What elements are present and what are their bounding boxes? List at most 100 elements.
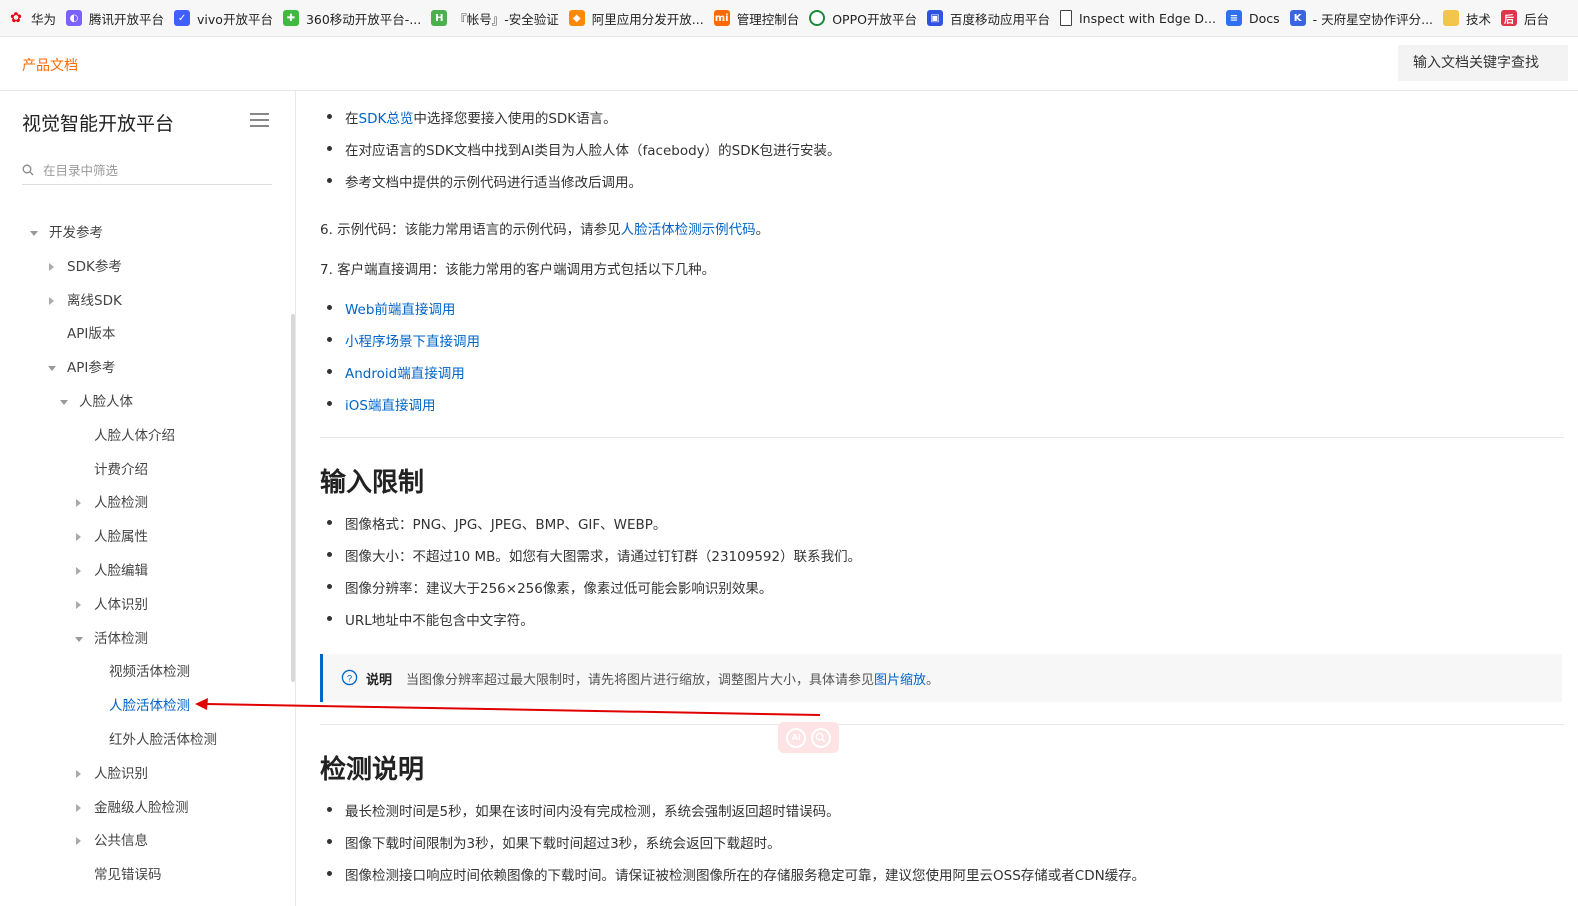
sidebar-item[interactable]: 公共信息 [94, 830, 148, 852]
search-icon[interactable] [810, 727, 831, 748]
bookmark-tencent[interactable]: ◐ 腾讯开放平台 [64, 5, 172, 31]
bookmark-h[interactable]: H 『帐号』-安全验证 [429, 5, 567, 31]
list-item: 图像大小：不超过10 MB。如您有大图需求，请通过钉钉群（23109592）联系… [345, 549, 862, 565]
ai-assistant-widget[interactable]: AI [778, 722, 839, 753]
bookmark-vivo[interactable]: ✓ vivo开放平台 [172, 5, 281, 31]
bullet [327, 369, 332, 374]
sidebar-item[interactable]: 人脸识别 [94, 763, 148, 785]
bullet [327, 871, 332, 876]
sidebar-title: 视觉智能开放平台 [22, 113, 175, 135]
miniprogram-client-link[interactable]: 小程序场景下直接调用 [345, 330, 480, 350]
sidebar-item[interactable]: 金融级人脸检测 [94, 797, 189, 819]
sidebar-item[interactable]: 常见错误码 [94, 864, 162, 886]
sidebar-item[interactable]: 人脸编辑 [94, 560, 148, 582]
bookmark-label: Inspect with Edge D... [1078, 10, 1216, 26]
help-icon: ? [341, 669, 358, 686]
bookmark-label: Docs [1248, 10, 1280, 26]
bullet [327, 305, 332, 310]
chevron-right-icon[interactable] [49, 296, 54, 305]
divider [320, 437, 1564, 438]
bookmarks-bar: ✿ 华为 ◐ 腾讯开放平台 ✓ vivo开放平台 ✚ 360移动开放平台-... H 『帐号』-安… [0, 0, 1578, 37]
chevron-right-icon[interactable] [76, 803, 81, 812]
chevron-right-icon[interactable] [76, 499, 81, 508]
list-item: 在对应语言的SDK文档中找到AI类目为人脸人体（facebody）的SDK包进行… [345, 143, 841, 159]
list-item: URL地址中不能包含中文字符。 [345, 613, 534, 629]
bookmark-mi[interactable]: mi 管理控制台 [712, 5, 808, 31]
chevron-down-icon[interactable] [48, 366, 56, 372]
bullet [327, 401, 332, 406]
sidebar-item[interactable]: 开发参考 [49, 222, 103, 244]
bookmark-huawei[interactable]: ✿ 华为 [6, 5, 64, 31]
chevron-down-icon[interactable] [30, 231, 38, 236]
sidebar-item[interactable]: 人脸人体 [79, 391, 133, 413]
sidebar-item[interactable]: API参考 [67, 357, 115, 379]
input-limit-heading: 输入限制 [320, 468, 425, 498]
svg-text:?: ? [347, 673, 352, 684]
sidebar-item[interactable]: API版本 [67, 323, 115, 345]
bullet [327, 114, 332, 119]
product-docs-link[interactable]: 产品文档 [22, 55, 78, 75]
ai-icon[interactable]: AI [786, 727, 807, 748]
chevron-right-icon[interactable] [76, 769, 81, 778]
sidebar-item[interactable]: 人脸检测 [94, 492, 148, 514]
list-item: 图像检测接口响应时间依赖图像的下载时间。请保证被检测图像所在的存储服务稳定可靠，… [345, 868, 1146, 884]
sidebar-item[interactable]: SDK参考 [67, 256, 122, 278]
sidebar-item[interactable]: 视频活体检测 [109, 661, 190, 683]
bookmark-back[interactable]: 后后台 [1499, 5, 1557, 31]
doc-search-input[interactable]: 输入文档关键字查找 [1398, 45, 1568, 81]
mi-icon: mi [713, 10, 730, 26]
bookmark-label: 腾讯开放平台 [89, 11, 165, 27]
bookmark-baidu[interactable]: ▣ 百度移动应用平台 [925, 5, 1058, 31]
ios-client-link[interactable]: iOS端直接调用 [345, 394, 435, 414]
baidu-icon: ▣ [926, 10, 943, 26]
sidebar-item[interactable]: 红外人脸活体检测 [109, 729, 217, 751]
sdk-overview-link[interactable]: SDK总览 [359, 111, 414, 127]
bookmark-folder[interactable]: 技术 [1441, 5, 1499, 31]
bookmark-docs[interactable]: ≡ Docs [1224, 5, 1288, 31]
bullet [327, 552, 332, 557]
sidebar-item[interactable]: 人脸人体介绍 [94, 425, 175, 447]
bullet [327, 178, 332, 183]
text: 6. 示例代码：该能力常用语言的示例代码，请参见 [320, 222, 621, 238]
bookmark-k[interactable]: K - 天府星空协作评分... [1288, 5, 1441, 31]
bookmark-label: OPPO开放平台 [832, 11, 917, 27]
bookmark-page[interactable]: Inspect with Edge D... [1058, 5, 1224, 31]
chevron-down-icon[interactable] [75, 636, 83, 642]
sidebar-item[interactable]: 计费介绍 [94, 459, 148, 481]
doc-content: 在SDK总览中选择您要接入使用的SDK语言。 在对应语言的SDK文档中找到AI类… [296, 91, 1578, 906]
list-item: 图像分辨率：建议大于256×256像素，像素过低可能会影响识别效果。 [345, 581, 773, 597]
sidebar-scrollbar[interactable] [291, 314, 295, 682]
360-icon: ✚ [282, 10, 299, 26]
chevron-right-icon[interactable] [49, 262, 54, 271]
bookmark-ali[interactable]: ◆ 阿里应用分发开放... [567, 5, 712, 31]
bookmark-label: 360移动开放平台-... [305, 11, 422, 27]
bookmark-360[interactable]: ✚ 360移动开放平台-... [281, 5, 429, 31]
chevron-right-icon[interactable] [76, 533, 81, 542]
note-callout: ? 说明 当图像分辨率超过最大限制时，请先将图片进行缩放，调整图片大小，具体请参… [320, 654, 1562, 702]
menu-icon[interactable] [250, 113, 269, 128]
web-client-link[interactable]: Web前端直接调用 [345, 298, 455, 318]
android-client-link[interactable]: Android端直接调用 [345, 362, 465, 382]
note-text: 当图像分辨率超过最大限制时，请先将图片进行缩放，调整图片大小，具体请参见图片缩放… [406, 669, 939, 688]
sidebar-item[interactable]: 离线SDK [67, 290, 122, 312]
back-icon: 后 [1501, 10, 1518, 26]
vivo-icon: ✓ [174, 10, 191, 26]
sidebar-item[interactable]: 人体识别 [94, 594, 148, 616]
chevron-down-icon[interactable] [60, 400, 68, 405]
bookmark-oppo[interactable]: OPPO开放平台 [807, 5, 925, 31]
huawei-icon: ✿ [10, 10, 22, 26]
bookmark-label: 阿里应用分发开放... [591, 11, 704, 27]
sidebar-item[interactable]: 人脸属性 [94, 526, 148, 548]
sample-code-link[interactable]: 人脸活体检测示例代码 [621, 222, 756, 238]
doc-sidebar: 视觉智能开放平台 在目录中筛选 开发参考 SDK参考离线SDK API版本 API参考… [0, 91, 296, 906]
sidebar-filter-placeholder: 在目录中筛选 [43, 163, 119, 178]
sidebar-item[interactable]: 活体检测 [94, 628, 148, 650]
chevron-right-icon[interactable] [76, 567, 81, 575]
chevron-right-icon[interactable] [76, 600, 81, 609]
chevron-right-icon[interactable] [76, 837, 81, 846]
sidebar-item[interactable]: 人脸活体检测 [109, 695, 190, 717]
sidebar-filter-input[interactable]: 在目录中筛选 [22, 155, 272, 185]
bullet [327, 146, 332, 151]
bullet [327, 584, 332, 589]
image-scale-link[interactable]: 图片缩放 [874, 673, 926, 688]
